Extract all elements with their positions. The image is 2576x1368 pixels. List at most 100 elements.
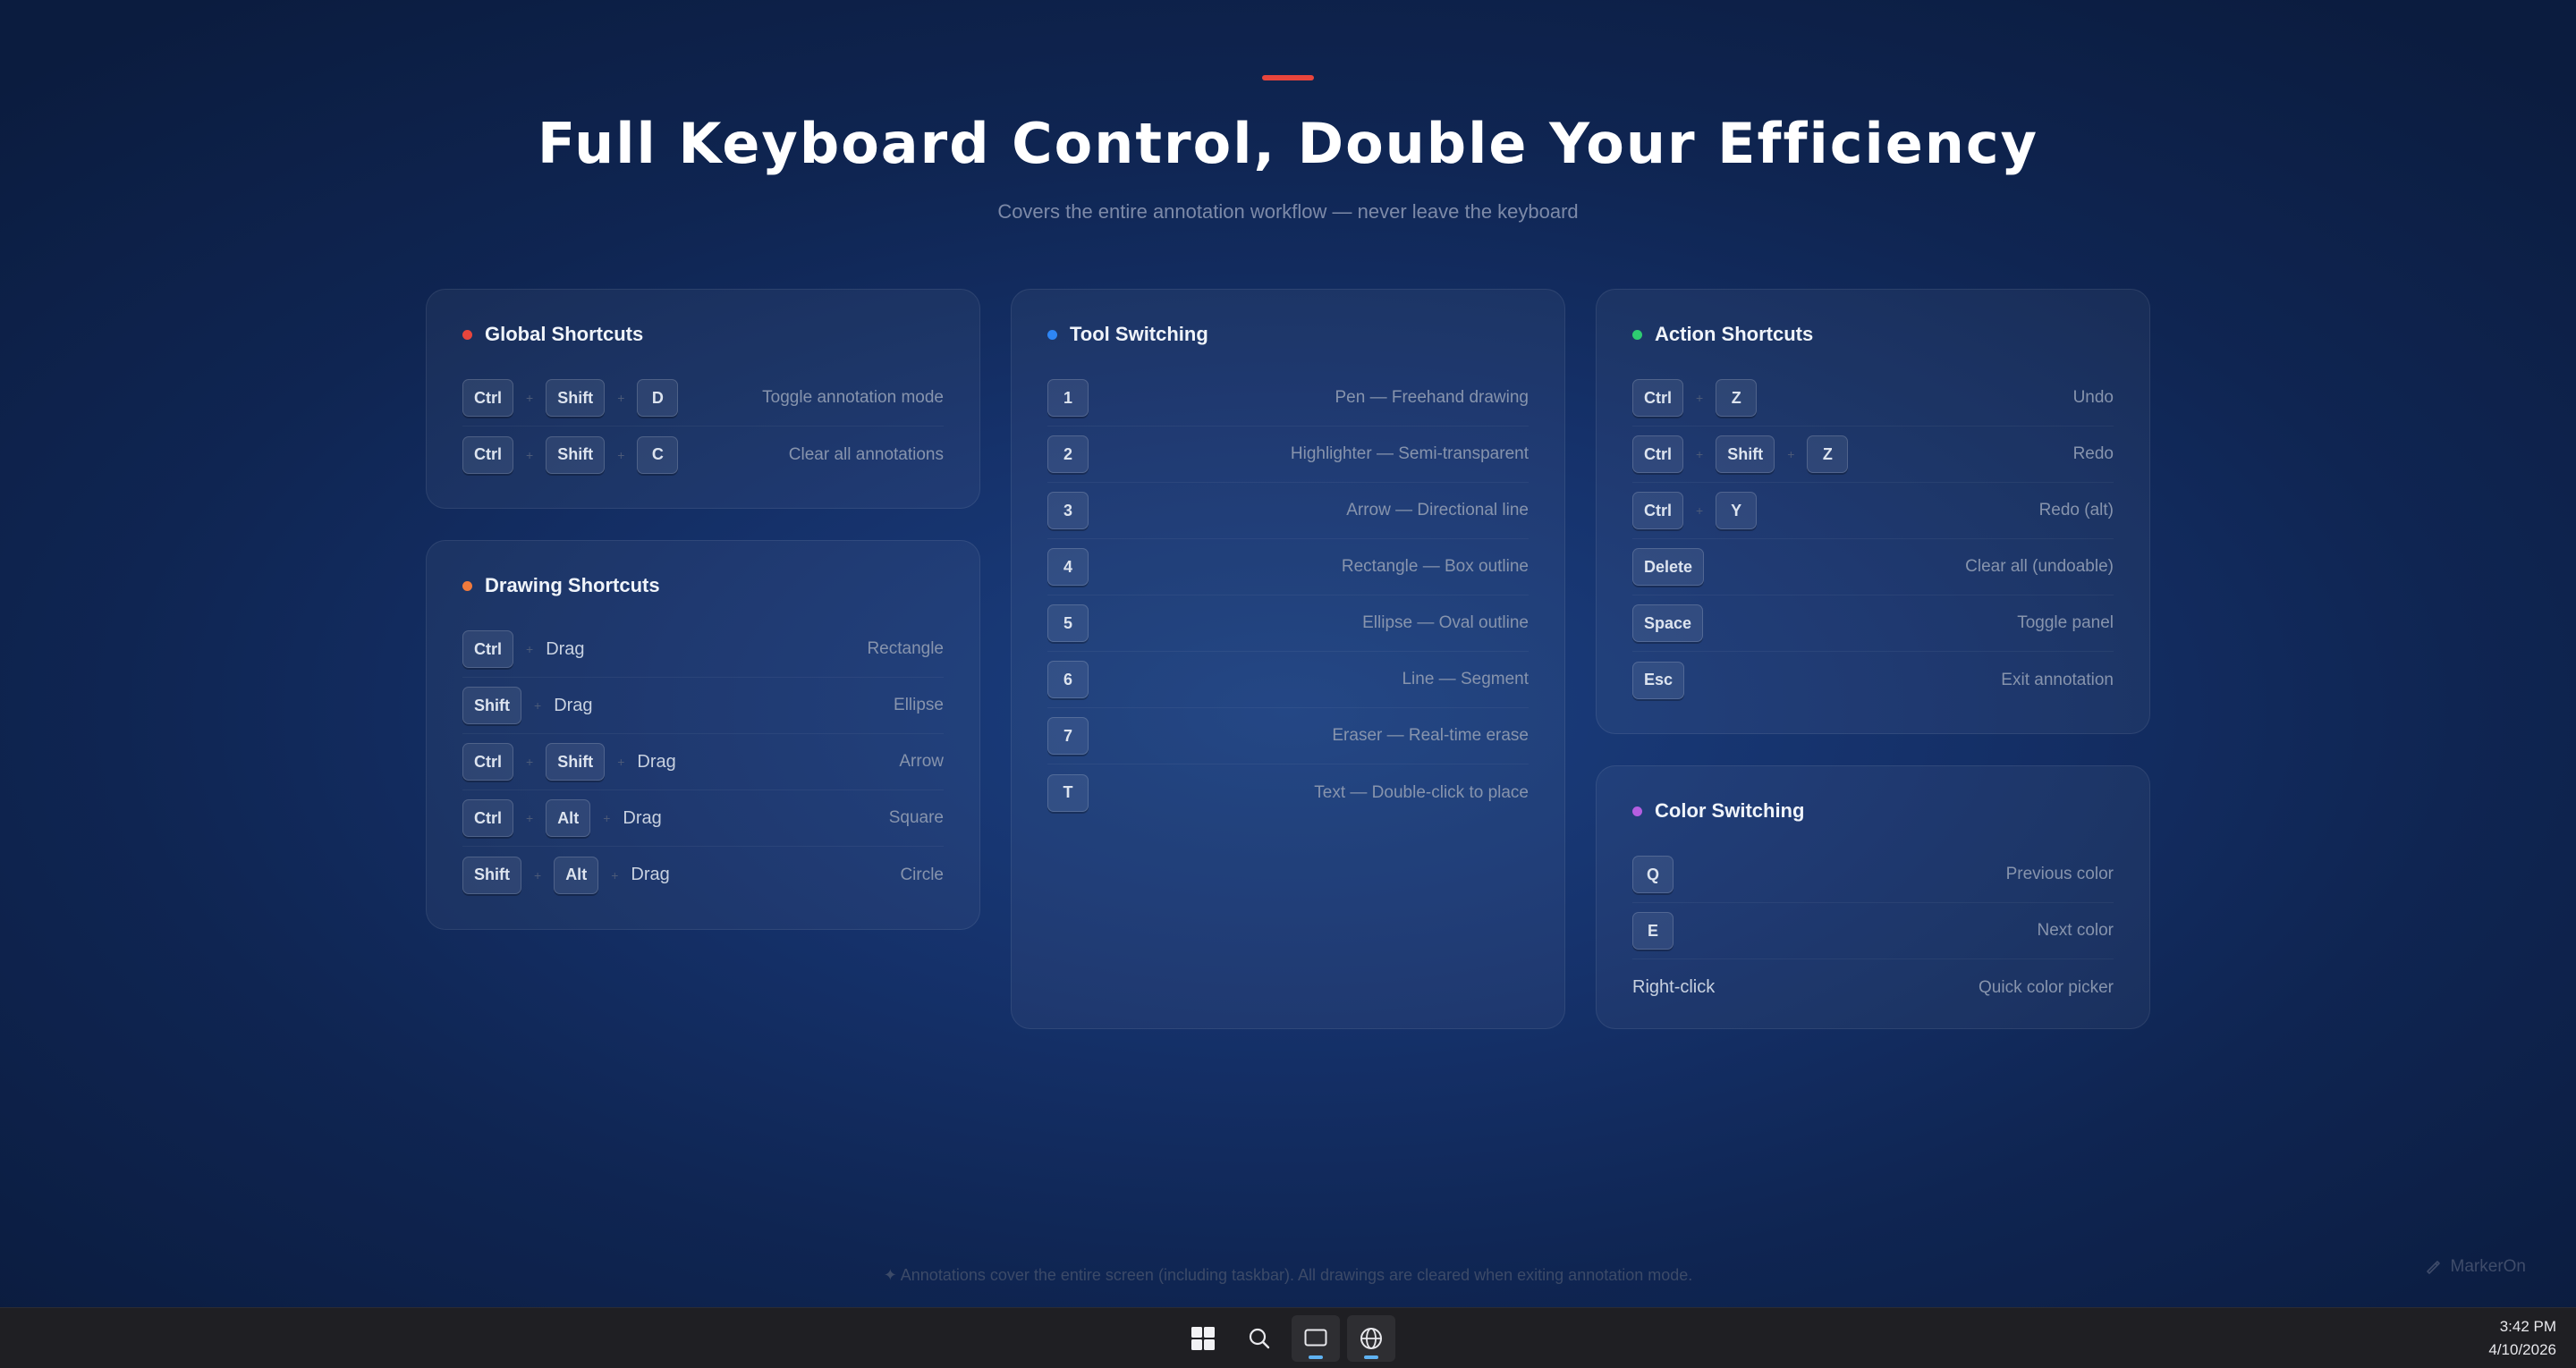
key-1: 1 xyxy=(1047,379,1089,417)
shortcut-description: Redo (alt) xyxy=(2038,501,2114,519)
key-q: Q xyxy=(1632,856,1674,893)
action-shortcuts-card: Action Shortcuts Ctrl + Z Undo Ctrl + Shift + Z R… xyxy=(1596,289,2150,734)
shortcut-row: 3 Arrow — Directional line xyxy=(1047,483,1529,539)
key-2: 2 xyxy=(1047,435,1089,473)
key-4: 4 xyxy=(1047,548,1089,586)
card-dot xyxy=(1632,329,1642,340)
key-combo: E xyxy=(1632,912,1674,950)
plus-separator: + xyxy=(1787,447,1795,461)
shortcut-row: T Text — Double-click to place xyxy=(1047,764,1529,821)
shortcut-row: 1 Pen — Freehand drawing xyxy=(1047,370,1529,426)
windows-start-icon xyxy=(1191,1327,1215,1350)
key-ctrl: Ctrl xyxy=(462,630,513,668)
key-ctrl: Ctrl xyxy=(462,379,513,417)
card-dot xyxy=(1632,806,1642,816)
key-t: T xyxy=(1047,773,1089,812)
shortcut-description: Clear all annotations xyxy=(788,444,944,464)
key-z: Z xyxy=(1716,379,1758,417)
key-shift: Shift xyxy=(546,379,606,417)
action-drag: Drag xyxy=(546,638,585,659)
shortcut-row: Ctrl + Shift + Z Redo xyxy=(1632,426,2114,483)
key-e: E xyxy=(1632,912,1674,950)
key-y: Y xyxy=(1716,492,1758,529)
start-button[interactable] xyxy=(1179,1315,1227,1362)
shortcut-description: Ellipse xyxy=(894,696,944,714)
color-switching-card: Color Switching Q Previous color E Next col… xyxy=(1596,765,2150,1029)
key-z: Z xyxy=(1807,435,1849,473)
taskbar-app-window[interactable] xyxy=(1292,1315,1340,1362)
key-6: 6 xyxy=(1047,661,1089,698)
search-icon xyxy=(1249,1328,1270,1349)
card-dot xyxy=(462,580,472,591)
shortcut-description: Next color xyxy=(2037,921,2114,940)
shortcut-description: Circle xyxy=(900,865,944,884)
shortcut-row: 6 Line — Segment xyxy=(1047,652,1529,708)
card-title: Action Shortcuts xyxy=(1655,323,1814,345)
plus-separator: + xyxy=(526,391,534,405)
action-right-click: Right-click xyxy=(1632,977,1716,997)
card-title: Tool Switching xyxy=(1070,323,1208,345)
key-combo: Delete xyxy=(1632,548,1705,586)
shortcut-row: Delete Clear all (undoable) xyxy=(1632,539,2114,595)
shortcut-row: Q Previous color xyxy=(1632,847,2114,903)
shortcut-row: Ctrl + Z Undo xyxy=(1632,370,2114,426)
shortcut-description: Line — Segment xyxy=(1402,670,1529,688)
shortcut-description: Clear all (undoable) xyxy=(1965,557,2114,576)
shortcut-row: 5 Ellipse — Oval outline xyxy=(1047,595,1529,652)
card-title: Global Shortcuts xyxy=(485,323,644,345)
card-dot xyxy=(462,329,472,340)
key-c: C xyxy=(637,435,679,474)
plus-separator: + xyxy=(603,811,611,825)
shortcut-description: Undo xyxy=(2072,388,2114,407)
shortcut-row: Right-click Quick color picker xyxy=(1632,959,2114,1016)
shortcut-row: Ctrl + Y Redo (alt) xyxy=(1632,483,2114,539)
card-header: Global Shortcuts xyxy=(462,320,643,349)
key-ctrl: Ctrl xyxy=(462,799,513,837)
card-header: Action Shortcuts xyxy=(1632,320,1813,349)
system-clock[interactable]: 3:42 PM 4/10/2026 xyxy=(2488,1315,2556,1362)
key-3: 3 xyxy=(1047,492,1089,529)
key-esc: Esc xyxy=(1632,661,1685,699)
shortcut-description: Square xyxy=(888,808,944,827)
action-drag: Drag xyxy=(554,695,593,715)
footer-note: ✦ Annotations cover the entire screen (i… xyxy=(883,1266,1693,1284)
page-subtitle: Covers the entire annotation workflow — … xyxy=(997,200,1579,223)
drawing-shortcuts-card: Drawing Shortcuts Ctrl + Drag Rectangle Shif… xyxy=(426,540,980,930)
key-combo: 5 xyxy=(1047,604,1089,642)
key-combo: Esc xyxy=(1632,661,1685,699)
key-combo: Ctrl + Y xyxy=(1632,492,1758,529)
shortcut-row: Esc Exit annotation xyxy=(1632,652,2114,708)
key-combo: Space xyxy=(1632,604,1704,642)
accent-bar xyxy=(1262,75,1314,80)
key-combo: 4 xyxy=(1047,548,1089,586)
shortcut-row: 7 Eraser — Real-time erase xyxy=(1047,708,1529,764)
shortcut-row: Ctrl + Alt + Drag Square xyxy=(462,790,944,847)
key-space: Space xyxy=(1632,604,1704,642)
shortcut-description: Arrow — Directional line xyxy=(1346,501,1529,519)
key-combo: 7 xyxy=(1047,717,1089,755)
key-combo: Right-click xyxy=(1632,977,1715,998)
key-delete: Delete xyxy=(1632,548,1705,586)
key-combo: Ctrl + Shift + C xyxy=(462,435,679,474)
card-title: Color Switching xyxy=(1655,799,1805,822)
shortcut-row: 4 Rectangle — Box outline xyxy=(1047,539,1529,595)
shortcut-list: Ctrl + Z Undo Ctrl + Shift + Z Redo Ctrl + Y Redo (al… xyxy=(1632,370,2114,708)
key-ctrl: Ctrl xyxy=(1632,435,1683,473)
window-app-icon xyxy=(1304,1329,1327,1347)
plus-separator: + xyxy=(1696,391,1704,405)
plus-separator: + xyxy=(526,811,534,825)
key-combo: Shift + Drag xyxy=(462,687,593,724)
taskbar: 3:42 PM 4/10/2026 xyxy=(0,1307,2576,1368)
key-shift: Shift xyxy=(462,687,521,724)
plus-separator: + xyxy=(617,755,625,769)
key-5: 5 xyxy=(1047,604,1089,642)
card-title: Drawing Shortcuts xyxy=(485,574,660,596)
key-alt: Alt xyxy=(554,856,599,894)
card-dot xyxy=(1047,329,1057,340)
key-combo: 2 xyxy=(1047,435,1089,473)
taskbar-browser[interactable] xyxy=(1347,1315,1395,1362)
shortcut-row: Shift + Alt + Drag Circle xyxy=(462,847,944,903)
taskbar-search-button[interactable] xyxy=(1235,1315,1284,1362)
running-indicator xyxy=(1364,1355,1378,1359)
clock-time: 3:42 PM xyxy=(2499,1318,2556,1335)
